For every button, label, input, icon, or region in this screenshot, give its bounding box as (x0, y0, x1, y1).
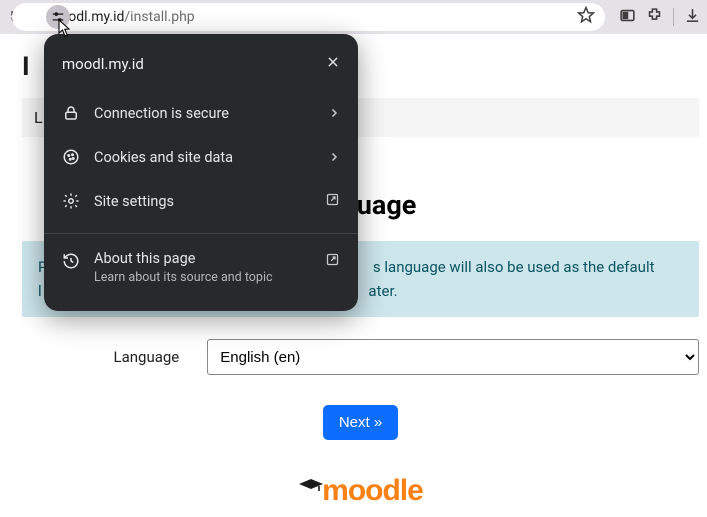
cookie-icon (62, 148, 80, 166)
close-icon (326, 55, 340, 69)
chevron-right-icon (328, 151, 340, 163)
chevron-right-icon (328, 107, 340, 119)
toolbar-divider (673, 8, 674, 26)
popup-close-button[interactable] (326, 54, 340, 73)
toolbar-right-icons (611, 7, 701, 28)
history-icon (62, 252, 80, 270)
language-select[interactable]: English (en) (207, 339, 699, 375)
site-info-button[interactable] (46, 5, 70, 29)
popup-item-label: Site settings (94, 193, 311, 210)
panel-icon[interactable] (619, 7, 636, 28)
open-external-icon (325, 252, 340, 267)
browser-toolbar: moodl.my.id/install.php (0, 0, 707, 34)
popup-about-page[interactable]: About this page Learn about its source a… (62, 242, 340, 293)
popup-connection-secure[interactable]: Connection is secure (62, 91, 340, 135)
popup-divider (44, 233, 358, 234)
address-path: /install.php (124, 9, 194, 25)
graduation-cap-icon (298, 478, 324, 499)
download-icon[interactable] (684, 7, 701, 28)
extensions-icon[interactable] (646, 7, 663, 28)
open-external-icon (325, 192, 340, 207)
address-bar[interactable]: moodl.my.id/install.php (12, 3, 605, 31)
moodle-logo-text: moodle (322, 474, 423, 508)
info-text-d: ater. (368, 282, 397, 300)
moodle-logo: moodle (22, 474, 699, 508)
tune-icon (51, 10, 65, 24)
popup-item-label: About this page (94, 250, 311, 267)
lock-icon (62, 104, 80, 122)
info-text-c: l (38, 282, 42, 300)
popup-item-label: Cookies and site data (94, 149, 314, 166)
next-button[interactable]: Next » (323, 405, 398, 440)
popup-site-settings[interactable]: Site settings (62, 179, 340, 223)
bookmark-star-icon[interactable] (577, 6, 595, 28)
popup-item-sublabel: Learn about its source and topic (94, 270, 311, 285)
popup-item-label: Connection is secure (94, 105, 314, 122)
language-form-row: Language English (en) (22, 339, 699, 375)
popup-host: moodl.my.id (62, 55, 144, 73)
gear-icon (62, 192, 80, 210)
site-info-popup: moodl.my.id Connection is secure Cookies… (44, 34, 358, 311)
info-text-b: s language will also be used as the defa… (373, 258, 655, 276)
language-label: Language (22, 348, 179, 366)
popup-cookies[interactable]: Cookies and site data (62, 135, 340, 179)
